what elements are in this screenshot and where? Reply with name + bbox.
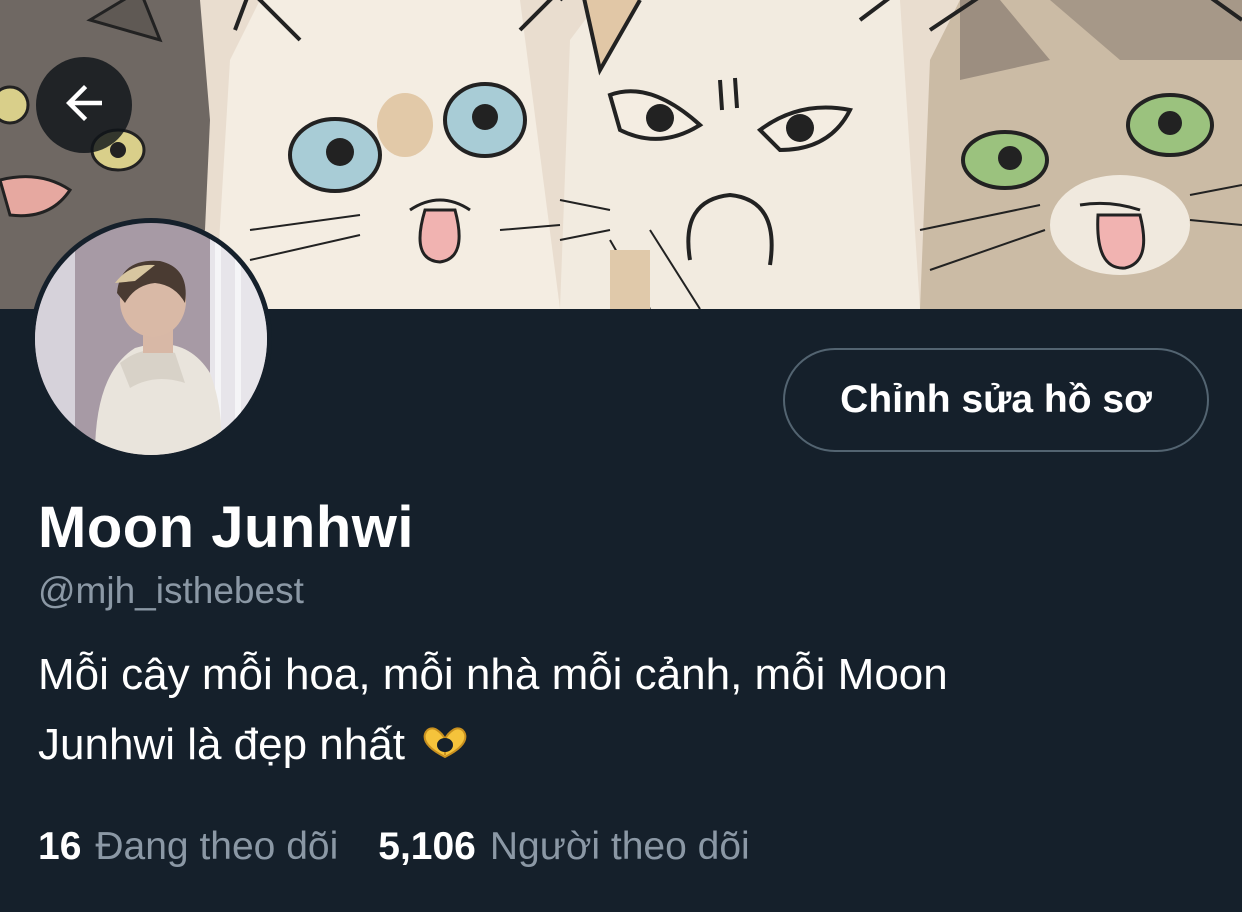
following-label: Đang theo dõi [95, 825, 339, 868]
followers-count: 5,106 [378, 825, 476, 868]
avatar-photo [35, 223, 267, 455]
user-handle: @mjh_isthebest [38, 570, 304, 611]
followers-stat[interactable]: 5,106 Người theo dõi [378, 825, 749, 869]
following-count: 16 [38, 825, 82, 868]
back-button[interactable] [36, 57, 132, 153]
followers-label: Người theo dõi [489, 825, 750, 868]
bio-line: Mỗi cây mỗi hoa, mỗi nhà mỗi cảnh, mỗi M… [38, 650, 948, 699]
arrow-left-icon [57, 76, 111, 135]
avatar[interactable] [30, 218, 272, 460]
bio-text: Junhwi là đẹp nhất [38, 720, 405, 769]
display-name: Moon Junhwi [38, 495, 414, 560]
following-stat[interactable]: 16 Đang theo dõi [38, 825, 338, 869]
profile-stats: 16 Đang theo dõi 5,106 Người theo dõi [38, 825, 750, 869]
heart-hands-emoji-icon [421, 712, 469, 782]
edit-profile-button[interactable]: Chỉnh sửa hồ sơ [783, 348, 1209, 452]
profile-bio: Mỗi cây mỗi hoa, mỗi nhà mỗi cảnh, mỗi M… [38, 640, 1198, 782]
bio-line: Junhwi là đẹp nhất [38, 710, 1198, 782]
